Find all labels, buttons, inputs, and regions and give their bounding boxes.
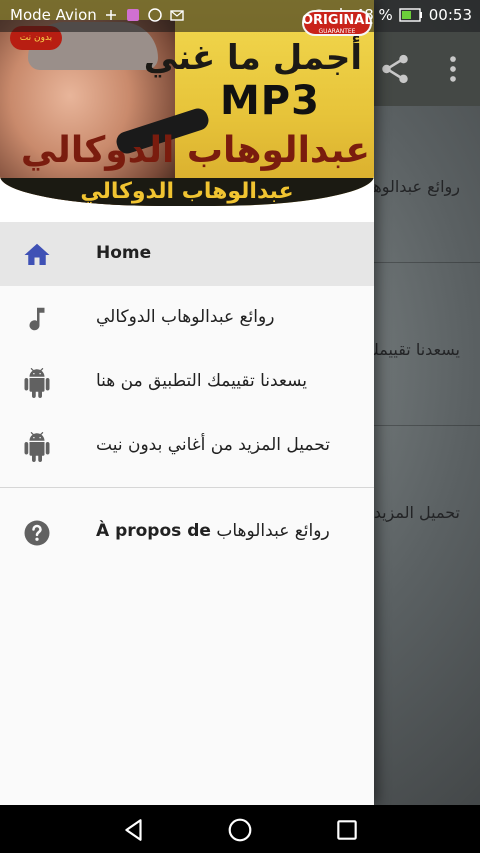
mail-icon: [170, 10, 184, 21]
drawer-item-about[interactable]: À propos de روائع عبدالوهاب: [0, 500, 374, 564]
status-bar: Mode Avion 48 % 00:53: [0, 0, 480, 32]
share-icon[interactable]: [378, 52, 412, 86]
whatsapp-icon: [148, 8, 162, 22]
about-suffix: روائع عبدالوهاب: [216, 521, 330, 541]
banner-mp3: MP3: [220, 78, 320, 124]
android-icon: [24, 432, 50, 462]
system-navigation-bar: [0, 805, 480, 853]
banner-subtitle: عبدالوهاب الدوكالي: [80, 179, 294, 204]
original-badge: ORIGINAL GUARANTEE: [302, 4, 373, 42]
back-triangle-icon[interactable]: [121, 817, 147, 843]
about-prefix: À propos de: [96, 521, 211, 541]
android-icon: [24, 368, 50, 398]
original-badge-subtext: GUARANTEE: [318, 28, 356, 35]
drawer-item-label: روائع عبدالوهاب الدوكالي: [96, 307, 275, 327]
drawer-item-more-songs[interactable]: تحميل المزيد من أغاني بدون نيت: [0, 414, 374, 478]
battery-icon: [399, 8, 422, 22]
carrier-label: Mode Avion: [10, 6, 97, 24]
drawer-item-label: Home: [96, 243, 152, 263]
music-note-icon: [29, 307, 45, 331]
banner-title-line2: عبدالوهاب الدوكالي: [20, 130, 370, 171]
more-vert-icon[interactable]: [436, 52, 470, 86]
home-circle-icon[interactable]: [227, 817, 253, 843]
usb-icon: [105, 10, 116, 20]
drawer-menu: Home روائع عبدالوهاب الدوكالي يسعدنا تقي…: [0, 222, 374, 564]
home-icon: [24, 243, 50, 265]
navigation-drawer: بدون نت أجمل ما غني MP3 عبدالوهاب الدوكا…: [0, 0, 374, 805]
original-badge-text: ORIGINAL: [302, 13, 373, 28]
gallery-icon: [126, 9, 139, 21]
drawer-item-rate[interactable]: يسعدنا تقييمك التطبيق من هنا: [0, 350, 374, 414]
drawer-divider: [0, 487, 374, 488]
clock: 00:53: [428, 6, 472, 24]
help-icon: [24, 520, 50, 546]
drawer-item-label: يسعدنا تقييمك التطبيق من هنا: [96, 371, 308, 391]
drawer-item-songs[interactable]: روائع عبدالوهاب الدوكالي: [0, 286, 374, 350]
drawer-item-label: À propos de روائع عبدالوهاب: [96, 521, 330, 541]
banner-title-line1: أجمل ما غني: [143, 38, 362, 78]
drawer-item-home[interactable]: Home: [0, 222, 374, 286]
recent-square-icon[interactable]: [334, 817, 360, 843]
drawer-item-label: تحميل المزيد من أغاني بدون نيت: [96, 435, 330, 455]
